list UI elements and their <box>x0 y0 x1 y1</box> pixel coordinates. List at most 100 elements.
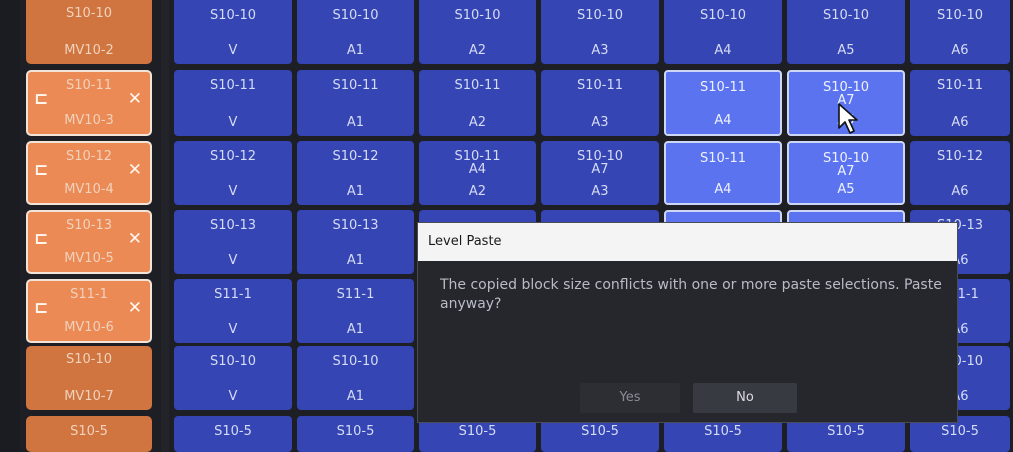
source-button[interactable]: S10-10 MV10-2 <box>26 0 152 64</box>
cell-source-label: S11-1 <box>336 287 375 302</box>
destination-cell[interactable]: S10-12 A1 <box>297 141 414 205</box>
source-button[interactable]: S10-11 MV10-3 ⊏ ✕ <box>26 70 152 136</box>
cell-level-label: A7 <box>837 164 855 179</box>
destination-cell[interactable]: S10-5 <box>297 416 414 452</box>
destination-cell[interactable]: S10-11 A6 <box>910 70 1010 136</box>
no-button[interactable]: No <box>693 383 797 413</box>
cell-destination-label: A4 <box>714 43 732 58</box>
cell-source-label: S10-11 <box>209 78 257 93</box>
destination-cell[interactable]: S10-13 A1 <box>297 210 414 274</box>
destination-cell[interactable]: S11-1 V <box>174 279 292 343</box>
cell-source-label: S10-11 <box>936 78 984 93</box>
cell-destination-label: A3 <box>591 43 609 58</box>
cell-destination-label: A5 <box>837 43 855 58</box>
cell-destination-label: A1 <box>346 115 365 130</box>
yes-button[interactable]: Yes <box>580 383 680 413</box>
source-bottom-label: MV10-2 <box>64 43 114 58</box>
split-icon[interactable]: ⊏ <box>34 90 48 108</box>
cell-source-label: S10-11 <box>332 78 379 93</box>
source-bottom-label: MV10-5 <box>64 251 114 266</box>
panel-divider[interactable] <box>161 0 169 452</box>
window-left-edge <box>0 0 20 452</box>
destination-cell[interactable]: S10-5 <box>174 416 292 452</box>
destination-cell[interactable]: S10-11 A1 <box>297 70 414 136</box>
cell-source-label: S10-5 <box>827 424 865 439</box>
cell-source-label: S10-11 <box>699 151 747 166</box>
source-button[interactable]: S10-13 MV10-5 ⊏ ✕ <box>26 210 152 274</box>
split-icon[interactable]: ⊏ <box>34 230 48 248</box>
destination-cell[interactable]: S10-10 V <box>174 0 292 64</box>
cell-destination-label: A2 <box>468 43 487 58</box>
cell-source-label: S10-13 <box>332 218 379 233</box>
source-bottom-label: MV10-7 <box>64 389 114 404</box>
mouse-cursor-icon <box>838 103 858 134</box>
source-bottom-label: MV10-3 <box>64 113 114 128</box>
destination-cell[interactable]: S10-11 A4 <box>664 70 782 136</box>
cell-destination-label: A5 <box>837 182 855 197</box>
cell-source-label: S10-10 <box>822 8 870 23</box>
dialog-title: Level Paste <box>418 223 957 261</box>
destination-cell[interactable]: S10-11 V <box>174 70 292 136</box>
cell-destination-label: A1 <box>346 389 365 404</box>
cell-destination-label: V <box>228 253 238 268</box>
crosspoint-icon[interactable]: ✕ <box>128 90 142 108</box>
source-top-label: S10-10 <box>65 6 113 21</box>
destination-cell[interactable]: S10-11 A3 <box>541 70 659 136</box>
destination-cell[interactable]: S10-10 A6 <box>910 0 1010 64</box>
split-icon[interactable]: ⊏ <box>34 161 48 179</box>
cell-destination-label: A1 <box>346 184 365 199</box>
crosspoint-icon[interactable]: ✕ <box>128 299 142 317</box>
source-bottom-label: MV10-6 <box>64 320 114 335</box>
cell-source-label: S10-11 <box>454 78 501 93</box>
destination-cell[interactable]: S11-1 A1 <box>297 279 414 343</box>
destination-cell[interactable]: S10-10 A7 A3 <box>541 141 659 205</box>
cell-destination-label: A2 <box>468 184 487 199</box>
destination-cell[interactable]: S10-10 A5 <box>787 0 905 64</box>
crosspoint-icon[interactable]: ✕ <box>128 161 142 179</box>
cell-destination-label: A6 <box>951 184 969 199</box>
destination-cell[interactable]: S10-10 A1 <box>297 346 414 410</box>
cell-destination-label: A2 <box>468 115 487 130</box>
cell-destination-label: A1 <box>346 253 365 268</box>
destination-cell[interactable]: S10-10 A2 <box>419 0 536 64</box>
destination-cell[interactable]: S10-10 A4 <box>664 0 782 64</box>
cell-destination-label: A6 <box>951 43 969 58</box>
destination-cell[interactable]: S10-11 A4 A2 <box>419 141 536 205</box>
split-icon[interactable]: ⊏ <box>34 299 48 317</box>
destination-cell[interactable]: S10-12 V <box>174 141 292 205</box>
cell-source-label: S10-10 <box>332 354 379 369</box>
cell-source-label: S10-13 <box>209 218 257 233</box>
source-button[interactable]: S10-5 <box>26 416 152 452</box>
destination-cell[interactable]: S10-10 V <box>174 346 292 410</box>
cell-source-label: S10-5 <box>458 424 497 439</box>
cell-destination-label: V <box>228 322 238 337</box>
cell-source-label: S10-10 <box>209 354 257 369</box>
source-top-label: S10-5 <box>70 424 108 439</box>
cell-source-label: S10-10 <box>936 8 984 23</box>
destination-cell[interactable]: S10-12 A6 <box>910 141 1010 205</box>
cell-destination-label: V <box>228 184 238 199</box>
destination-cell[interactable]: S10-11 A4 <box>664 141 782 205</box>
source-button[interactable]: S10-12 MV10-4 ⊏ ✕ <box>26 141 152 205</box>
level-paste-dialog: Level Paste The copied block size confli… <box>417 222 958 423</box>
cell-source-label: S10-5 <box>214 424 252 439</box>
cell-source-label: S10-5 <box>336 424 375 439</box>
source-top-label: S10-10 <box>65 352 113 367</box>
cell-destination-label: A6 <box>951 115 969 130</box>
cell-source-label: S10-10 <box>576 8 624 23</box>
crosspoint-icon[interactable]: ✕ <box>128 230 142 248</box>
destination-cell[interactable]: S10-10A7A5 <box>787 141 905 205</box>
source-button[interactable]: S11-1 MV10-6 ⊏ ✕ <box>26 279 152 343</box>
destination-cell[interactable]: S10-11 A2 <box>419 70 536 136</box>
destination-cell[interactable]: S10-10 A1 <box>297 0 414 64</box>
cell-destination-label: V <box>228 115 238 130</box>
destination-cell[interactable]: S10-10 A3 <box>541 0 659 64</box>
cell-source-label: S11-1 <box>214 287 252 302</box>
cell-source-label: S10-5 <box>581 424 619 439</box>
source-column: S10-10 MV10-2 S10-11 MV10-3 ⊏ ✕ S10-12 MV10-4 ⊏ ✕… <box>22 0 157 452</box>
destination-cell[interactable]: S10-13 V <box>174 210 292 274</box>
cell-destination-label: V <box>228 389 238 404</box>
source-button[interactable]: S10-10 MV10-7 <box>26 346 152 410</box>
cell-source-label: S10-11 <box>699 80 747 95</box>
dialog-message: The copied block size conflicts with one… <box>440 277 942 312</box>
